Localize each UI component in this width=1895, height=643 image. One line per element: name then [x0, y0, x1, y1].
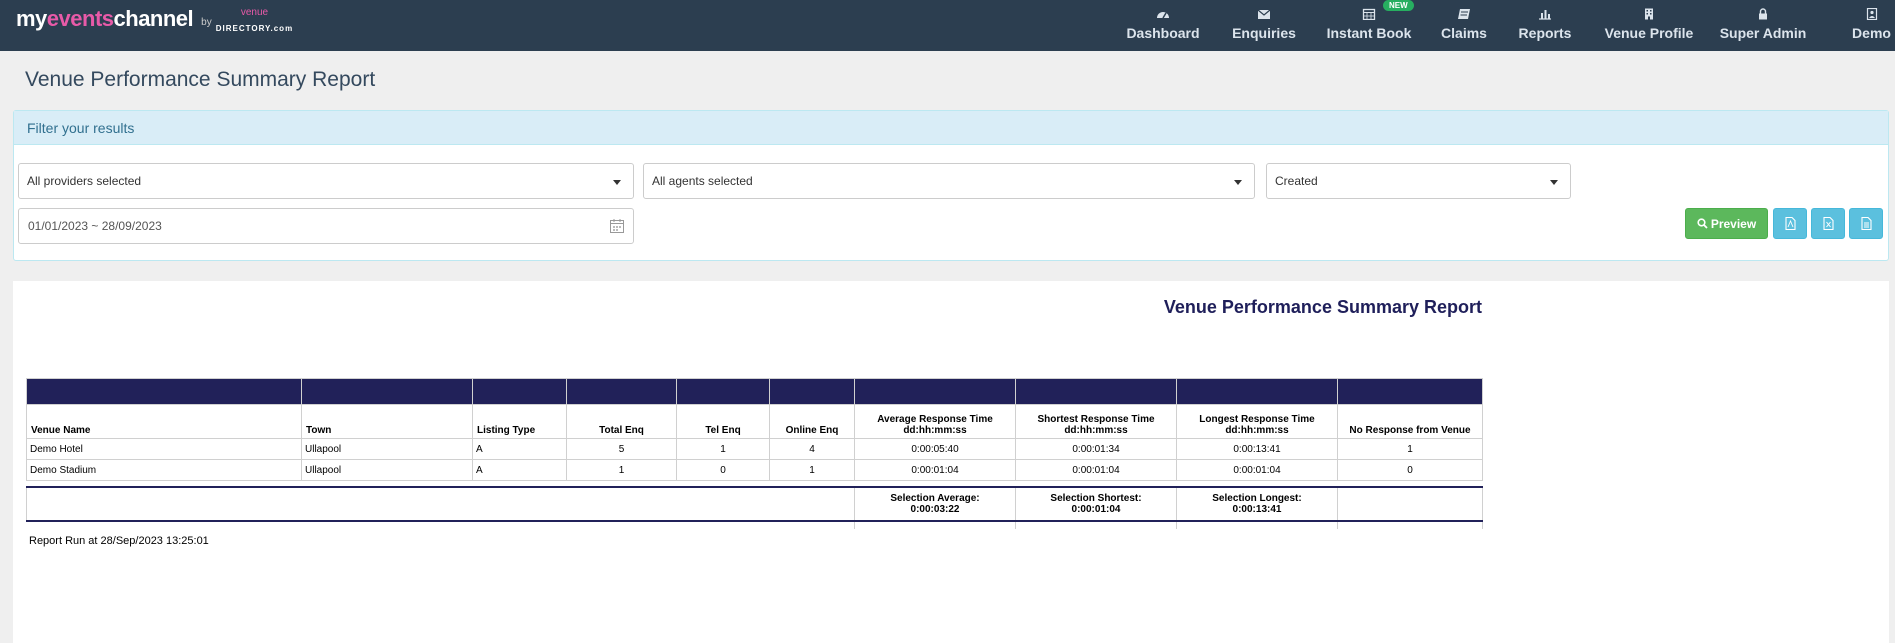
- chevron-down-icon: [1550, 180, 1558, 185]
- export-excel-button[interactable]: [1811, 208, 1845, 239]
- date-range-input[interactable]: 01/01/2023 ~ 28/09/2023: [18, 208, 634, 244]
- col-venue-name: Venue Name: [26, 404, 302, 439]
- table-header-band: [26, 378, 1483, 405]
- brand-name: myeventschannel: [16, 6, 194, 31]
- preview-button[interactable]: Preview: [1685, 208, 1768, 239]
- dashboard-icon: [1157, 12, 1169, 19]
- partner-logo: venue DIRECTORY.com: [215, 7, 294, 34]
- chevron-down-icon: [613, 180, 621, 185]
- chevron-down-icon: [1234, 180, 1242, 185]
- col-shortest-response: Shortest Response Time dd:hh:mm:ss: [1015, 404, 1177, 439]
- providers-select-value: All providers selected: [27, 174, 142, 188]
- claims-icon: [1458, 9, 1470, 19]
- bar-chart-icon: [1539, 10, 1551, 20]
- search-icon: [1697, 218, 1708, 229]
- user-icon: [1866, 8, 1877, 20]
- nav-claims[interactable]: Claims: [1439, 0, 1489, 51]
- report-run-timestamp: Report Run at 28/Sep/2023 13:25:01: [29, 535, 209, 547]
- export-document-button[interactable]: [1849, 208, 1883, 239]
- nav-dashboard[interactable]: Dashboard: [1125, 0, 1201, 51]
- top-navbar: myeventschannel by venue DIRECTORY.com D…: [0, 0, 1895, 51]
- selection-longest: Selection Longest: 0:00:13:41: [1176, 485, 1338, 522]
- report-panel: Venue Performance Summary Report Venue N…: [13, 281, 1889, 643]
- col-listing-type: Listing Type: [472, 404, 567, 439]
- building-icon: [1645, 8, 1653, 20]
- nav-super-admin[interactable]: Super Admin: [1718, 0, 1808, 51]
- calendar-icon: [610, 219, 624, 233]
- selection-shortest: Selection Shortest: 0:00:01:04: [1015, 485, 1177, 522]
- date-type-select-value: Created: [1275, 174, 1318, 188]
- new-badge: NEW: [1383, 0, 1414, 11]
- nav-reports[interactable]: Reports: [1515, 0, 1575, 51]
- export-pdf-button[interactable]: [1773, 208, 1807, 239]
- col-average-response: Average Response Time dd:hh:mm:ss: [854, 404, 1016, 439]
- col-no-response: No Response from Venue: [1337, 404, 1483, 439]
- date-range-value: 01/01/2023 ~ 28/09/2023: [28, 219, 162, 233]
- summary-row: Selection Average: 0:00:03:22 Selection S…: [26, 485, 1483, 522]
- nav-instant-book[interactable]: Instant Book NEW: [1325, 0, 1414, 51]
- col-tel-enq: Tel Enq: [676, 404, 770, 439]
- preview-label: Preview: [1710, 216, 1757, 231]
- agents-select-value: All agents selected: [652, 174, 753, 188]
- lock-icon: [1759, 8, 1767, 20]
- nav-demo-user[interactable]: Demo: [1848, 0, 1895, 51]
- nav-venue-profile[interactable]: Venue Profile: [1601, 0, 1697, 51]
- brand-by: by: [201, 17, 212, 28]
- col-total-enq: Total Enq: [566, 404, 677, 439]
- document-icon: [1860, 217, 1872, 230]
- calendar-icon: [1362, 8, 1376, 20]
- table-row: Demo Hotel Ullapool A 5 1 4 0:00:05:40 0…: [26, 438, 1483, 460]
- envelope-icon: [1257, 9, 1271, 19]
- col-online-enq: Online Enq: [769, 404, 855, 439]
- col-town: Town: [301, 404, 473, 439]
- date-type-select[interactable]: Created: [1266, 163, 1571, 199]
- filter-panel: Filter your results All providers select…: [13, 110, 1889, 261]
- brand-logo[interactable]: myeventschannel by venue DIRECTORY.com: [16, 6, 293, 36]
- report-title: Venue Performance Summary Report: [1163, 297, 1482, 317]
- agents-select[interactable]: All agents selected: [643, 163, 1255, 199]
- nav-enquiries[interactable]: Enquiries: [1229, 0, 1299, 51]
- summary-tail: [27, 520, 1483, 529]
- table-row: Demo Stadium Ullapool A 1 0 1 0:00:01:04…: [26, 459, 1483, 481]
- report-table: Venue Name Town Listing Type Total Enq T…: [26, 378, 1483, 529]
- pdf-file-icon: [1784, 217, 1796, 230]
- page-title: Venue Performance Summary Report: [25, 68, 376, 91]
- col-longest-response: Longest Response Time dd:hh:mm:ss: [1176, 404, 1338, 439]
- selection-average: Selection Average: 0:00:03:22: [854, 485, 1016, 522]
- filter-heading: Filter your results: [14, 111, 1888, 145]
- table-header-row: Venue Name Town Listing Type Total Enq T…: [26, 404, 1483, 439]
- providers-select[interactable]: All providers selected: [18, 163, 634, 199]
- excel-file-icon: [1822, 217, 1834, 230]
